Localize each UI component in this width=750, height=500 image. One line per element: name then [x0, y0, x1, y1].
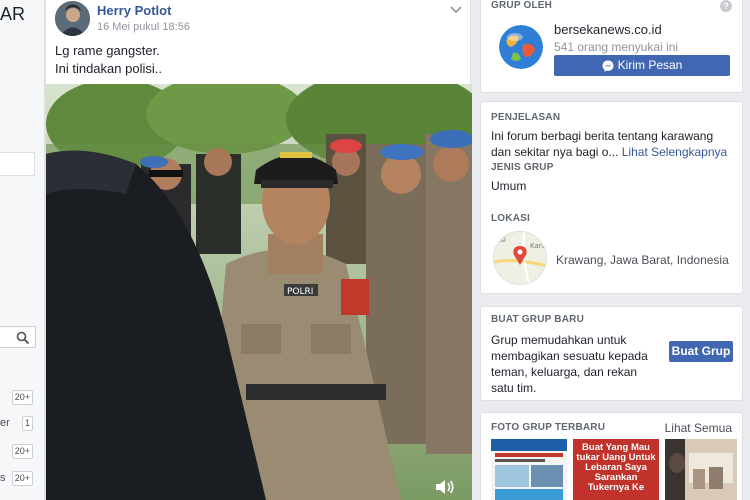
- messenger-icon: [602, 60, 614, 72]
- create-group-text: Grup memudahkan untuk membagikan sesuatu…: [491, 333, 648, 395]
- group-type: Umum: [491, 179, 527, 193]
- recent-photos-heading: FOTO GRUP TERBARU: [491, 422, 606, 433]
- send-message-label: Kirim Pesan: [617, 58, 683, 72]
- group-photo-3[interactable]: [665, 439, 737, 500]
- sidebar-row-count: 20+: [11, 471, 33, 486]
- sidebar-row-label: s: [0, 472, 6, 484]
- avatar[interactable]: [55, 1, 90, 36]
- create-group-button[interactable]: Buat Grup: [669, 341, 733, 362]
- speaker-icon[interactable]: [434, 478, 456, 496]
- post-card: Herry Potlot 16 Mei pukul 18:56 Lg rame …: [45, 0, 472, 500]
- see-all-link[interactable]: Lihat Semua: [665, 421, 732, 435]
- sidebar-search-input[interactable]: [0, 326, 36, 348]
- help-icon[interactable]: ?: [720, 0, 732, 12]
- sidebar-row-count: 1: [21, 416, 33, 431]
- uniform-name-tag: POLRI: [287, 287, 313, 297]
- sidebar-row-count: 20+: [11, 444, 33, 459]
- sidebar-row-count: 20+: [11, 390, 33, 405]
- chevron-down-icon[interactable]: [450, 5, 462, 15]
- page-likes: 541 orang menyukai ini: [554, 40, 679, 54]
- post-date[interactable]: 16 Mei pukul 18:56: [97, 21, 190, 33]
- group-about-card: PENJELASAN Ini forum berbagi berita tent…: [480, 101, 743, 294]
- location-heading: LOKASI: [491, 213, 530, 224]
- post-text: Lg rame gangster. Ini tindakan polisi..: [55, 43, 162, 76]
- location-text[interactable]: Krawang, Jawa Barat, Indonesia: [556, 253, 729, 267]
- sidebar-row-label: er: [0, 417, 10, 429]
- location-map[interactable]: asi Kara: [493, 231, 547, 285]
- group-owner-heading: GRUP OLEH: [491, 0, 553, 11]
- post-video[interactable]: POLRI: [46, 84, 472, 500]
- see-more-link[interactable]: Lihat Selengkapnya: [622, 145, 727, 159]
- recent-photos-card: FOTO GRUP TERBARU Lihat Semua Buat Yang …: [480, 412, 743, 500]
- group-owner-card: GRUP OLEH ? bersekanews.co.id 541 orang …: [480, 0, 743, 93]
- svg-text:Kara: Kara: [530, 242, 546, 250]
- description-heading: PENJELASAN: [491, 112, 561, 123]
- post-author[interactable]: Herry Potlot: [97, 3, 171, 18]
- group-photo-1[interactable]: [491, 439, 567, 500]
- sidebar-row[interactable]: 20+: [0, 444, 36, 460]
- left-sidebar: AR 20+ er 1 20+ s 20+: [0, 0, 45, 500]
- page-logo[interactable]: [499, 25, 543, 69]
- group-description: Ini forum berbagi berita tentang karawan…: [491, 128, 731, 160]
- video-frame: POLRI: [46, 84, 472, 500]
- group-photo-2-text: Buat Yang Mau tukar Uang Untuk Lebaran S…: [576, 442, 656, 493]
- create-group-card: BUAT GRUP BARU Grup memudahkan untuk mem…: [480, 306, 743, 401]
- group-photo-2[interactable]: Buat Yang Mau tukar Uang Untuk Lebaran S…: [573, 439, 659, 500]
- page-name[interactable]: bersekanews.co.id: [554, 22, 662, 37]
- create-group-heading: BUAT GRUP BARU: [491, 314, 584, 325]
- search-icon: [16, 331, 30, 345]
- svg-text:asi: asi: [496, 236, 506, 244]
- sidebar-title: AR: [0, 4, 26, 24]
- sidebar-selected-item[interactable]: [0, 152, 35, 176]
- sidebar-row[interactable]: s 20+: [0, 471, 36, 487]
- send-message-button[interactable]: Kirim Pesan: [554, 55, 730, 76]
- group-type-heading: JENIS GRUP: [491, 162, 554, 173]
- sidebar-row[interactable]: er 1: [0, 416, 36, 432]
- sidebar-row[interactable]: 20+: [0, 390, 36, 406]
